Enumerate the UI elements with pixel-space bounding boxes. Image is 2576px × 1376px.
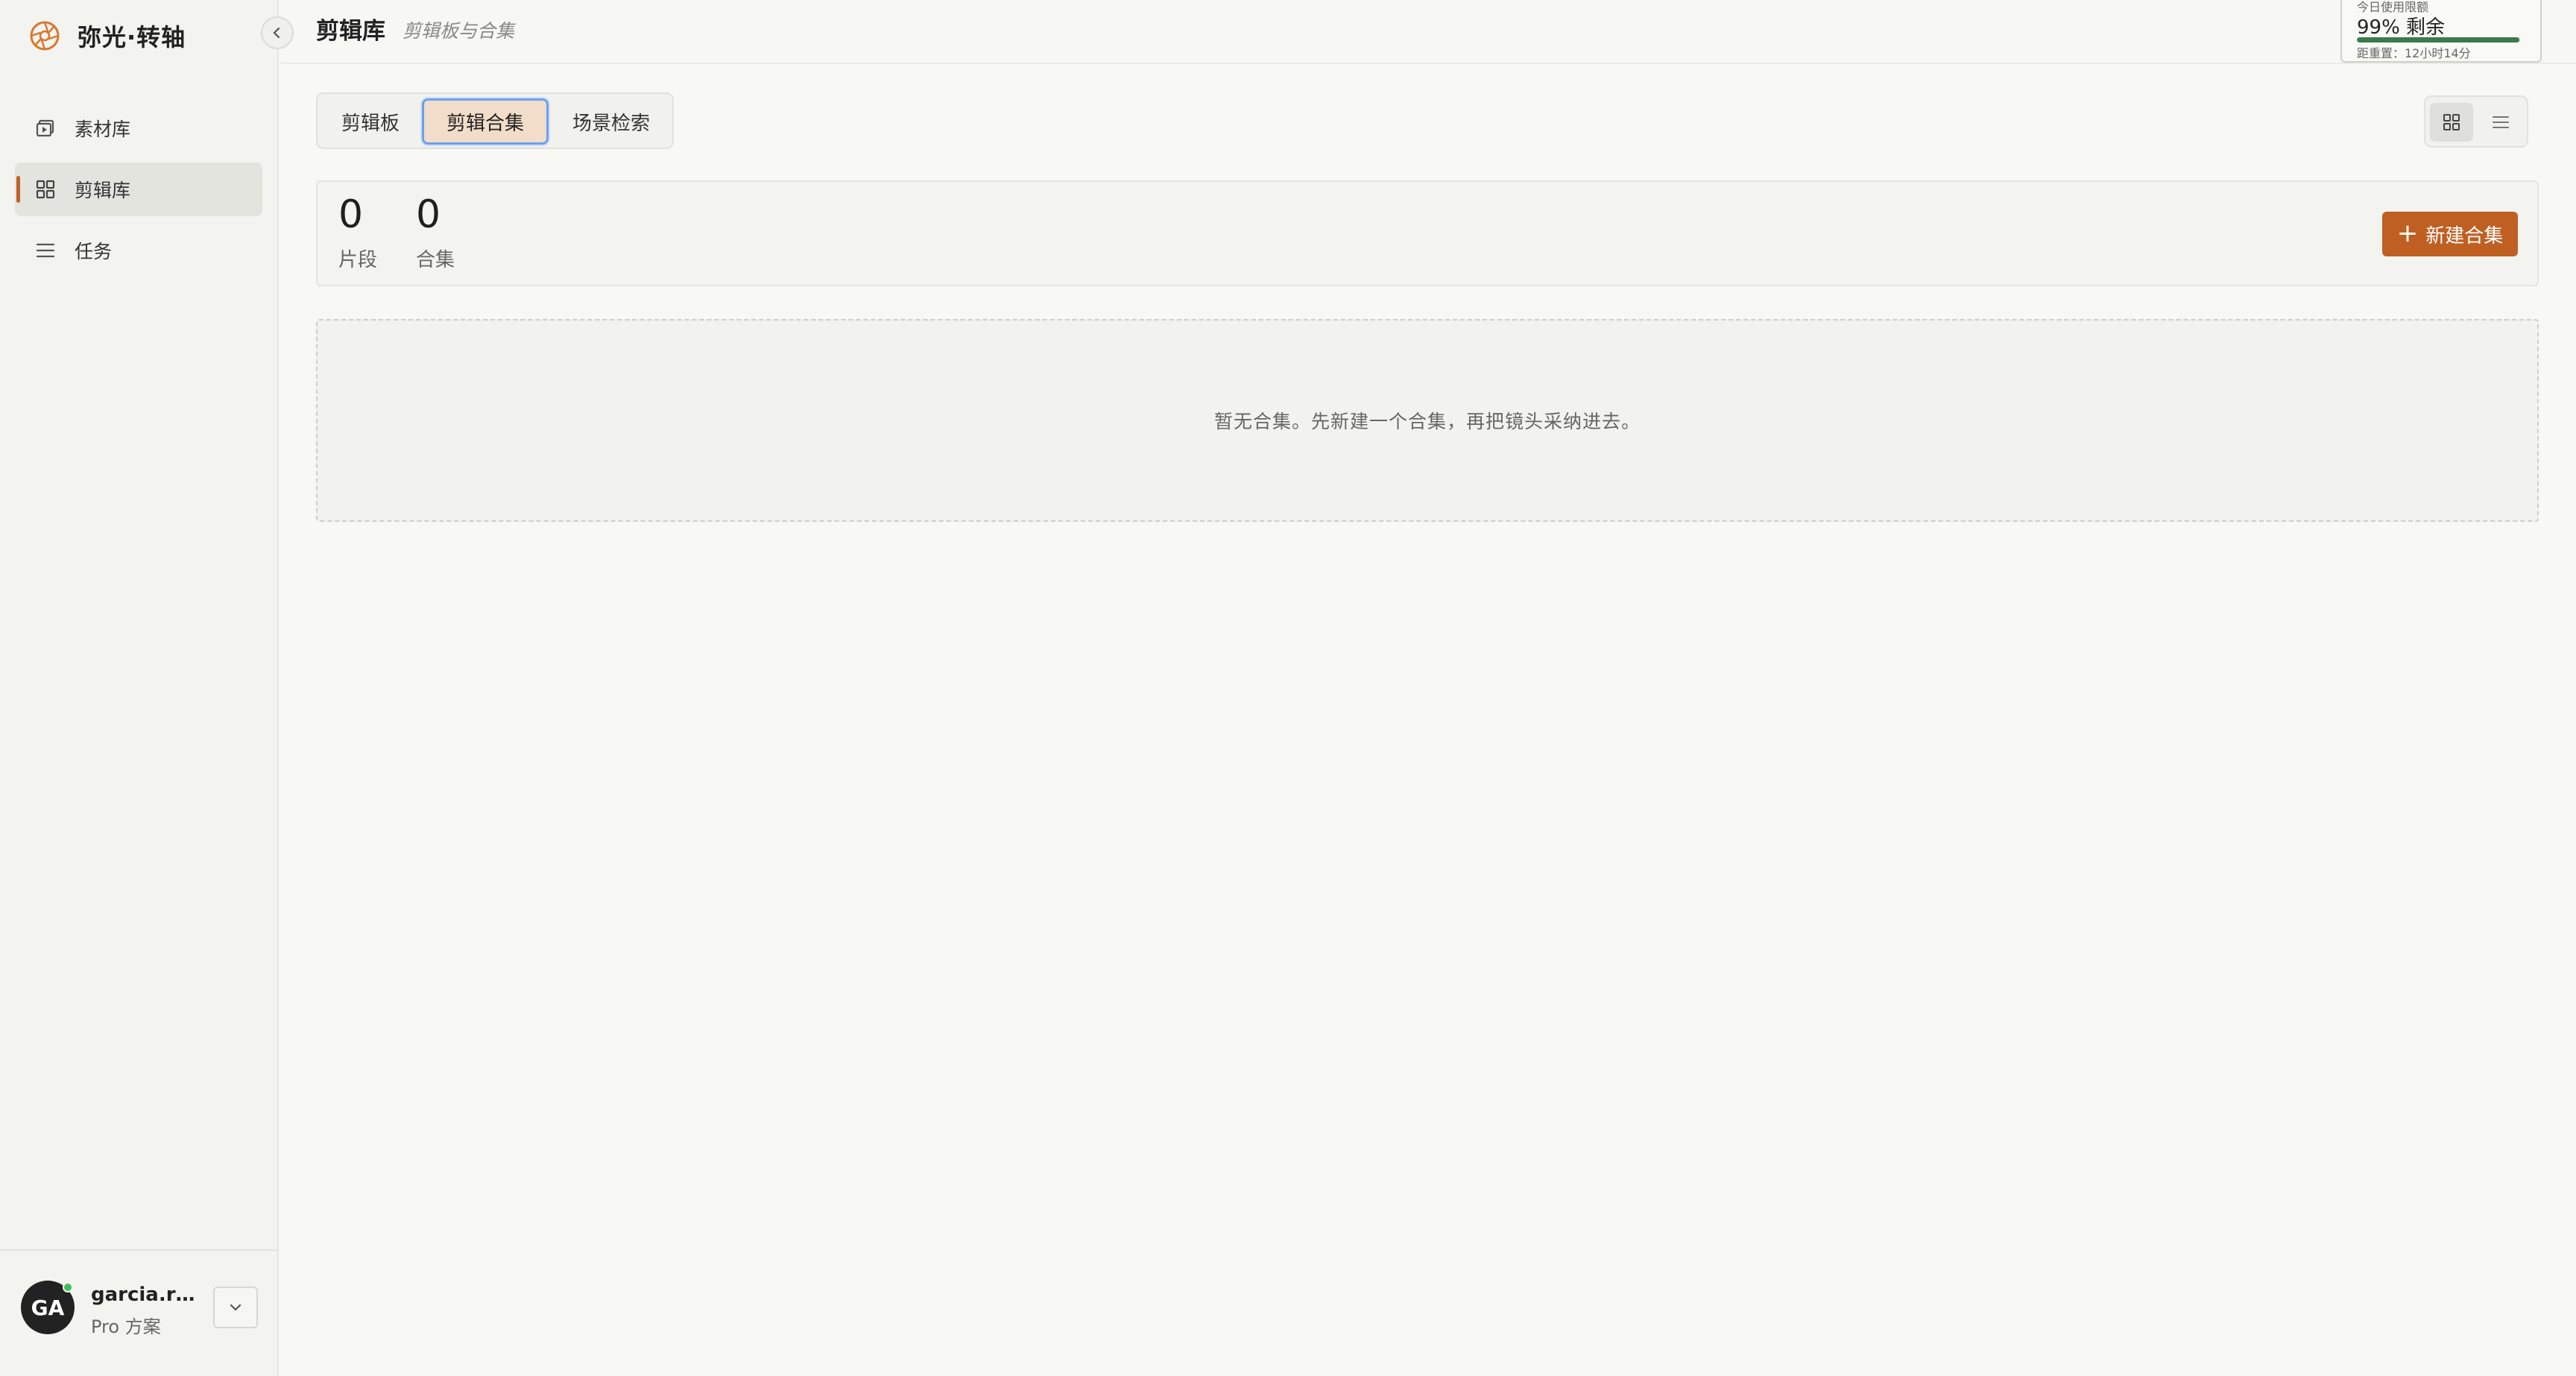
empty-state-message: 暂无合集。先新建一个合集，再把镜头采纳进去。 — [1213, 411, 1641, 432]
quota-progress-bar — [2357, 37, 2521, 42]
quota-value: 99% 剩余 — [2357, 16, 2446, 39]
chevron-down-icon — [230, 1304, 242, 1311]
online-status-dot — [63, 1282, 73, 1293]
sidebar-item-label: 剪辑库 — [75, 180, 131, 201]
quota-progress-fill — [2357, 37, 2519, 42]
clip-count-label: 片段 — [338, 249, 378, 271]
collection-count: 0 — [416, 192, 441, 237]
sidebar-item-tasks[interactable]: 任务 — [15, 224, 262, 277]
media-library-icon — [34, 117, 57, 139]
user-plan: Pro 方案 — [91, 1316, 161, 1337]
chevron-left-icon — [273, 27, 280, 39]
sidebar-item-media-library[interactable]: 素材库 — [15, 101, 262, 155]
avatar[interactable]: GA — [21, 1281, 75, 1334]
stats-card: 0 片段 0 合集 + 新建合集 — [316, 180, 2539, 286]
avatar-initials: GA — [31, 1295, 65, 1320]
tab-bar: 剪辑板 剪辑合集 场景检索 — [316, 92, 674, 149]
usage-quota: 今日使用限额 99% 剩余 距重置：12小时14分 — [2340, 0, 2542, 63]
tab-clip-collections[interactable]: 剪辑合集 — [422, 98, 549, 145]
sidebar-item-label: 素材库 — [75, 119, 131, 140]
page-title: 剪辑库 — [316, 18, 385, 45]
collection-count-label: 合集 — [416, 249, 455, 271]
list-view-button[interactable] — [2479, 103, 2522, 142]
sidebar: 弥光·转轴 素材库 剪辑库 任务 GA garcia.rel... Pro 方案 — [0, 0, 279, 1376]
grid-icon — [34, 178, 57, 201]
empty-state: 暂无合集。先新建一个合集，再把镜头采纳进去。 — [316, 319, 2539, 522]
aperture-logo-icon — [30, 21, 60, 51]
user-area: GA garcia.rel... Pro 方案 — [0, 1249, 279, 1376]
brand-name: 弥光·转轴 — [78, 23, 186, 51]
sidebar-item-clip-library[interactable]: 剪辑库 — [15, 162, 262, 216]
brand[interactable]: 弥光·转轴 — [28, 18, 186, 54]
sidebar-nav: 素材库 剪辑库 任务 — [15, 101, 262, 285]
user-name: garcia.rel... — [91, 1284, 207, 1306]
plus-icon: + — [2396, 218, 2419, 248]
grid-view-button[interactable] — [2430, 103, 2473, 142]
quota-reset-time: 距重置：12小时14分 — [2357, 46, 2471, 60]
new-collection-button[interactable]: + 新建合集 — [2382, 212, 2518, 256]
collapse-sidebar-button[interactable] — [261, 16, 294, 49]
clip-count: 0 — [338, 192, 364, 237]
user-menu-button[interactable] — [213, 1287, 258, 1328]
list-icon — [34, 239, 57, 262]
list-view-icon — [2493, 116, 2509, 128]
sidebar-item-label: 任务 — [75, 241, 113, 262]
view-mode-toggle — [2424, 95, 2528, 148]
grid-view-icon — [2443, 114, 2460, 130]
tab-clipboard[interactable]: 剪辑板 — [323, 98, 417, 145]
new-collection-label: 新建合集 — [2425, 224, 2504, 247]
tab-scene-search[interactable]: 场景检索 — [555, 98, 668, 145]
header: 剪辑库 剪辑板与合集 今日使用限额 99% 剩余 距重置：12小时14分 — [280, 0, 2576, 64]
page-subtitle: 剪辑板与合集 — [402, 20, 515, 42]
